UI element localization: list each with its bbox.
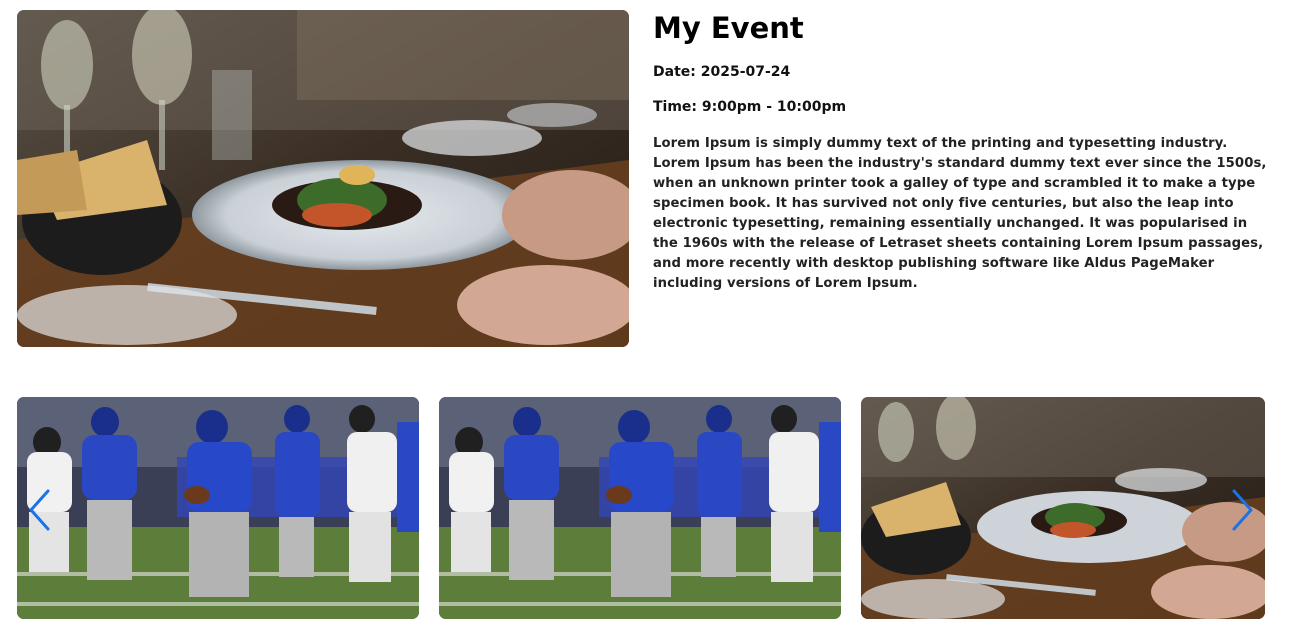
event-hero-image	[17, 10, 629, 347]
event-date: Date: 2025-07-24	[653, 64, 791, 80]
football-photo	[17, 397, 419, 619]
chevron-right-icon	[1232, 489, 1253, 531]
carousel-slide[interactable]	[439, 397, 841, 619]
event-time: Time: 9:00pm - 10:00pm	[653, 99, 847, 115]
restaurant-photo	[861, 397, 1265, 619]
chevron-left-icon	[29, 489, 50, 531]
event-description: Lorem Ipsum is simply dummy text of the …	[653, 136, 1267, 291]
carousel-prev-button[interactable]	[26, 487, 54, 533]
event-details: My Event Date: 2025-07-24 Time: 9:00pm -…	[653, 8, 1273, 294]
carousel-next-button[interactable]	[1228, 487, 1256, 533]
restaurant-photo	[17, 10, 629, 347]
image-carousel	[17, 397, 1265, 619]
football-photo	[439, 397, 841, 619]
carousel-slide[interactable]	[861, 397, 1265, 619]
event-title: My Event	[653, 11, 804, 45]
carousel-slide[interactable]	[17, 397, 419, 619]
